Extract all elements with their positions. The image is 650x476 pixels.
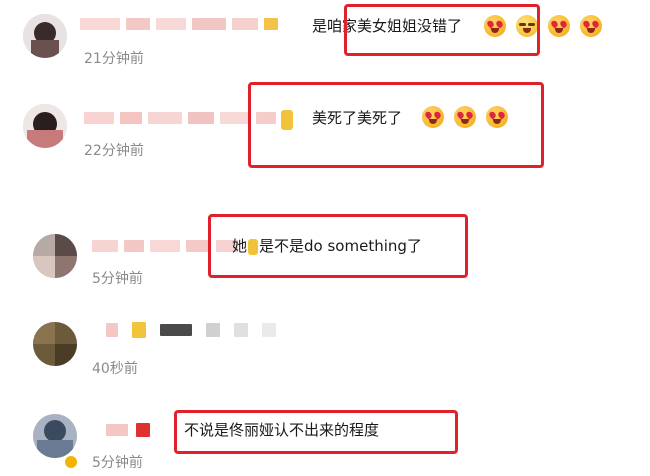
timestamp: 40秒前	[92, 361, 138, 377]
avatar[interactable]	[33, 414, 77, 458]
timestamp: 5分钟前	[92, 455, 143, 471]
avatar[interactable]	[23, 14, 67, 58]
timestamp: 22分钟前	[84, 143, 144, 159]
verified-badge-icon	[63, 454, 79, 470]
username-blurred[interactable]	[106, 322, 276, 338]
highlight-box	[174, 410, 458, 454]
avatar[interactable]	[33, 234, 77, 278]
highlight-box	[248, 82, 544, 168]
avatar[interactable]	[23, 104, 67, 148]
timestamp: 21分钟前	[84, 51, 144, 67]
heart-eyes-icon	[580, 15, 602, 37]
heart-eyes-icon	[548, 15, 570, 37]
avatar[interactable]	[33, 322, 77, 366]
username-blurred[interactable]	[80, 16, 278, 32]
highlight-box	[344, 4, 540, 56]
username-blurred[interactable]	[106, 422, 150, 438]
timestamp: 5分钟前	[92, 271, 143, 287]
highlight-box	[208, 214, 468, 278]
